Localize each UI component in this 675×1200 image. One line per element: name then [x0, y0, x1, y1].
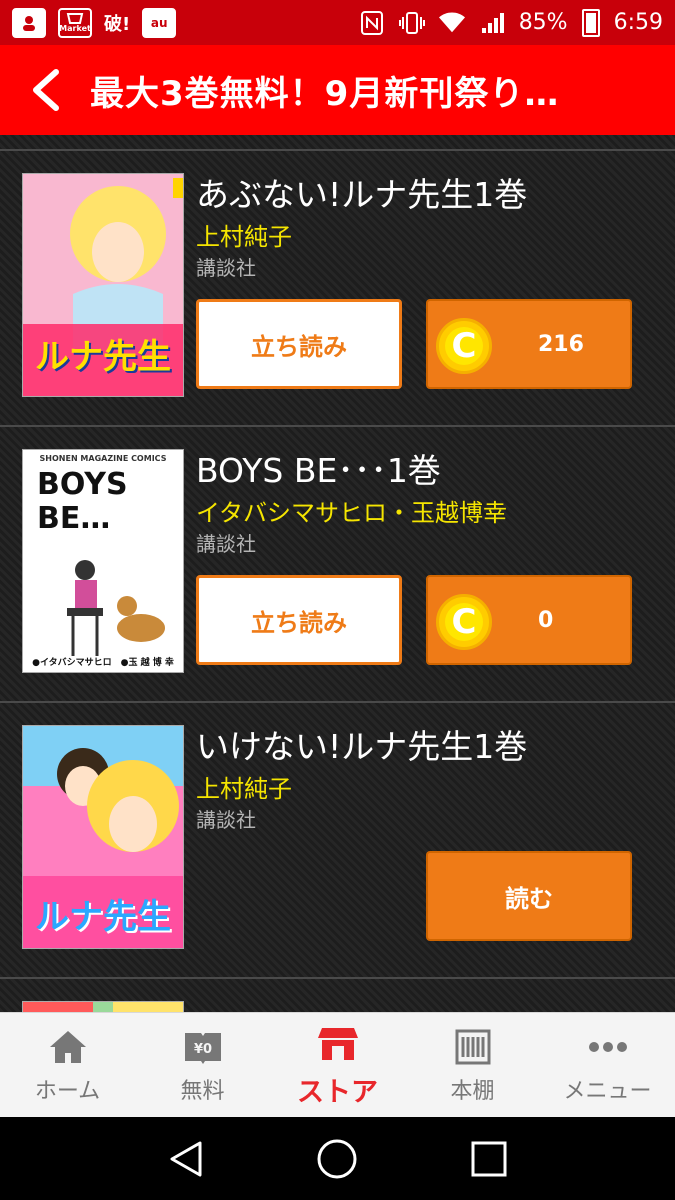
- list-item[interactable]: ルナ先生 あぶない!ルナ先生1巻 上村純子 講談社 立ち読み C 216: [0, 151, 675, 427]
- back-triangle-icon[interactable]: [161, 1134, 211, 1184]
- vibrate-icon: [398, 10, 425, 36]
- book-cover[interactable]: [22, 1001, 184, 1012]
- preview-button[interactable]: 立ち読み: [196, 299, 402, 389]
- read-label: 読む: [505, 884, 553, 913]
- list-item[interactable]: SHONEN MAGAZINE COMICS BOYS BE… ●イタバシマサヒ…: [0, 427, 675, 703]
- chevron-left-icon: [33, 69, 59, 111]
- nav-bookshelf-label: 本棚: [450, 1079, 495, 1104]
- nav-free-label: 無料: [180, 1079, 225, 1104]
- preview-button[interactable]: 立ち読み: [196, 575, 402, 665]
- nav-free[interactable]: ¥0 無料: [135, 1013, 270, 1117]
- book-cover[interactable]: ルナ先生: [22, 173, 184, 397]
- recents-square-icon[interactable]: [464, 1134, 514, 1184]
- coin-icon: C: [436, 318, 492, 374]
- cover-title-text: ルナ先生: [35, 897, 171, 937]
- back-button[interactable]: [0, 45, 90, 135]
- list-top-divider: [0, 135, 675, 151]
- book-publisher: 講談社: [196, 808, 256, 832]
- bookshelf-icon: [451, 1025, 495, 1069]
- contacts-icon: [12, 7, 46, 38]
- nav-bookshelf[interactable]: 本棚: [405, 1013, 540, 1117]
- book-list[interactable]: ルナ先生 あぶない!ルナ先生1巻 上村純子 講談社 立ち読み C 216 SHO…: [0, 135, 675, 1012]
- book-info: いけない!ルナ先生1巻 上村純子 講談社 読む: [196, 725, 666, 977]
- cover-authors-text: ●イタバシマサヒロ ●玉 越 博 幸: [32, 658, 174, 668]
- app-header: 最大3巻無料！9月新刊祭り…: [0, 45, 675, 135]
- system-navigation-bar: [0, 1117, 675, 1200]
- home-icon: [46, 1025, 90, 1069]
- au-label: au: [150, 15, 168, 30]
- status-bar: Market 破! au 85% 6:59: [0, 0, 675, 45]
- price: 216: [538, 331, 584, 357]
- nav-home[interactable]: ホーム: [0, 1013, 135, 1117]
- nfc-icon: [359, 10, 385, 36]
- book-author[interactable]: 上村純子: [196, 773, 666, 805]
- store-icon: [316, 1022, 360, 1066]
- book-publisher: 講談社: [196, 256, 256, 280]
- action-row: 立ち読み C 216: [196, 299, 632, 389]
- book-info: BOYS BE･･･1巻 イタバシマサヒロ・玉越博幸 講談社 立ち読み C 0: [196, 449, 666, 701]
- market-icon: Market: [58, 7, 92, 38]
- free-book-icon: ¥0: [181, 1025, 225, 1069]
- cover-illustration: [23, 1002, 183, 1012]
- book-title[interactable]: BOYS BE･･･1巻: [196, 451, 666, 491]
- book-author[interactable]: 上村純子: [196, 221, 666, 253]
- book-title[interactable]: いけない!ルナ先生1巻: [196, 727, 666, 767]
- coin-letter: C: [445, 327, 483, 365]
- clock: 6:59: [613, 10, 663, 35]
- bottom-navigation: ホーム ¥0 無料 ストア 本棚 メニュー: [0, 1012, 675, 1117]
- signal-icon: [479, 10, 505, 36]
- battery-percent: 85%: [518, 10, 568, 35]
- book-info: あぶない!ルナ先生1巻 上村純子 講談社 立ち読み C 216: [196, 173, 666, 425]
- buy-button[interactable]: C 0: [426, 575, 632, 665]
- book-title[interactable]: あぶない!ルナ先生1巻: [196, 175, 666, 215]
- list-item[interactable]: ルナ先生 いけない!ルナ先生1巻 上村純子 講談社 読む: [0, 703, 675, 979]
- nav-store[interactable]: ストア: [270, 1013, 405, 1117]
- nav-menu-label: メニュー: [563, 1079, 652, 1104]
- action-row: 立ち読み C 0: [196, 575, 632, 665]
- free-badge: ¥0: [193, 1042, 211, 1057]
- nav-store-label: ストア: [297, 1076, 378, 1108]
- home-circle-icon[interactable]: [312, 1134, 362, 1184]
- list-item[interactable]: [0, 979, 675, 1012]
- wifi-icon: [438, 10, 465, 36]
- cover-title-text: ルナ先生: [35, 337, 171, 377]
- system-status: 85% 6:59: [359, 8, 663, 37]
- book-cover[interactable]: SHONEN MAGAZINE COMICS BOYS BE… ●イタバシマサヒ…: [22, 449, 184, 673]
- buy-button[interactable]: C 216: [426, 299, 632, 389]
- coin-letter: C: [445, 603, 483, 641]
- coin-icon: C: [436, 594, 492, 650]
- cover-illustration: [23, 560, 183, 672]
- price: 0: [538, 607, 554, 633]
- nav-home-label: ホーム: [34, 1079, 101, 1104]
- battery-icon: [581, 8, 600, 37]
- more-icon: [586, 1025, 630, 1069]
- action-row: 読む: [196, 851, 632, 941]
- notification-icons: Market 破! au: [12, 7, 177, 38]
- read-button[interactable]: 読む: [426, 851, 632, 941]
- nav-menu[interactable]: メニュー: [540, 1013, 675, 1117]
- page-title: 最大3巻無料！9月新刊祭り…: [90, 73, 560, 114]
- au-icon: au: [142, 7, 177, 38]
- book-cover[interactable]: ルナ先生: [22, 725, 184, 949]
- book-author[interactable]: イタバシマサヒロ・玉越博幸: [196, 497, 666, 529]
- haretsu-icon: 破!: [104, 13, 131, 35]
- market-label: Market: [59, 24, 91, 33]
- book-publisher: 講談社: [196, 532, 256, 556]
